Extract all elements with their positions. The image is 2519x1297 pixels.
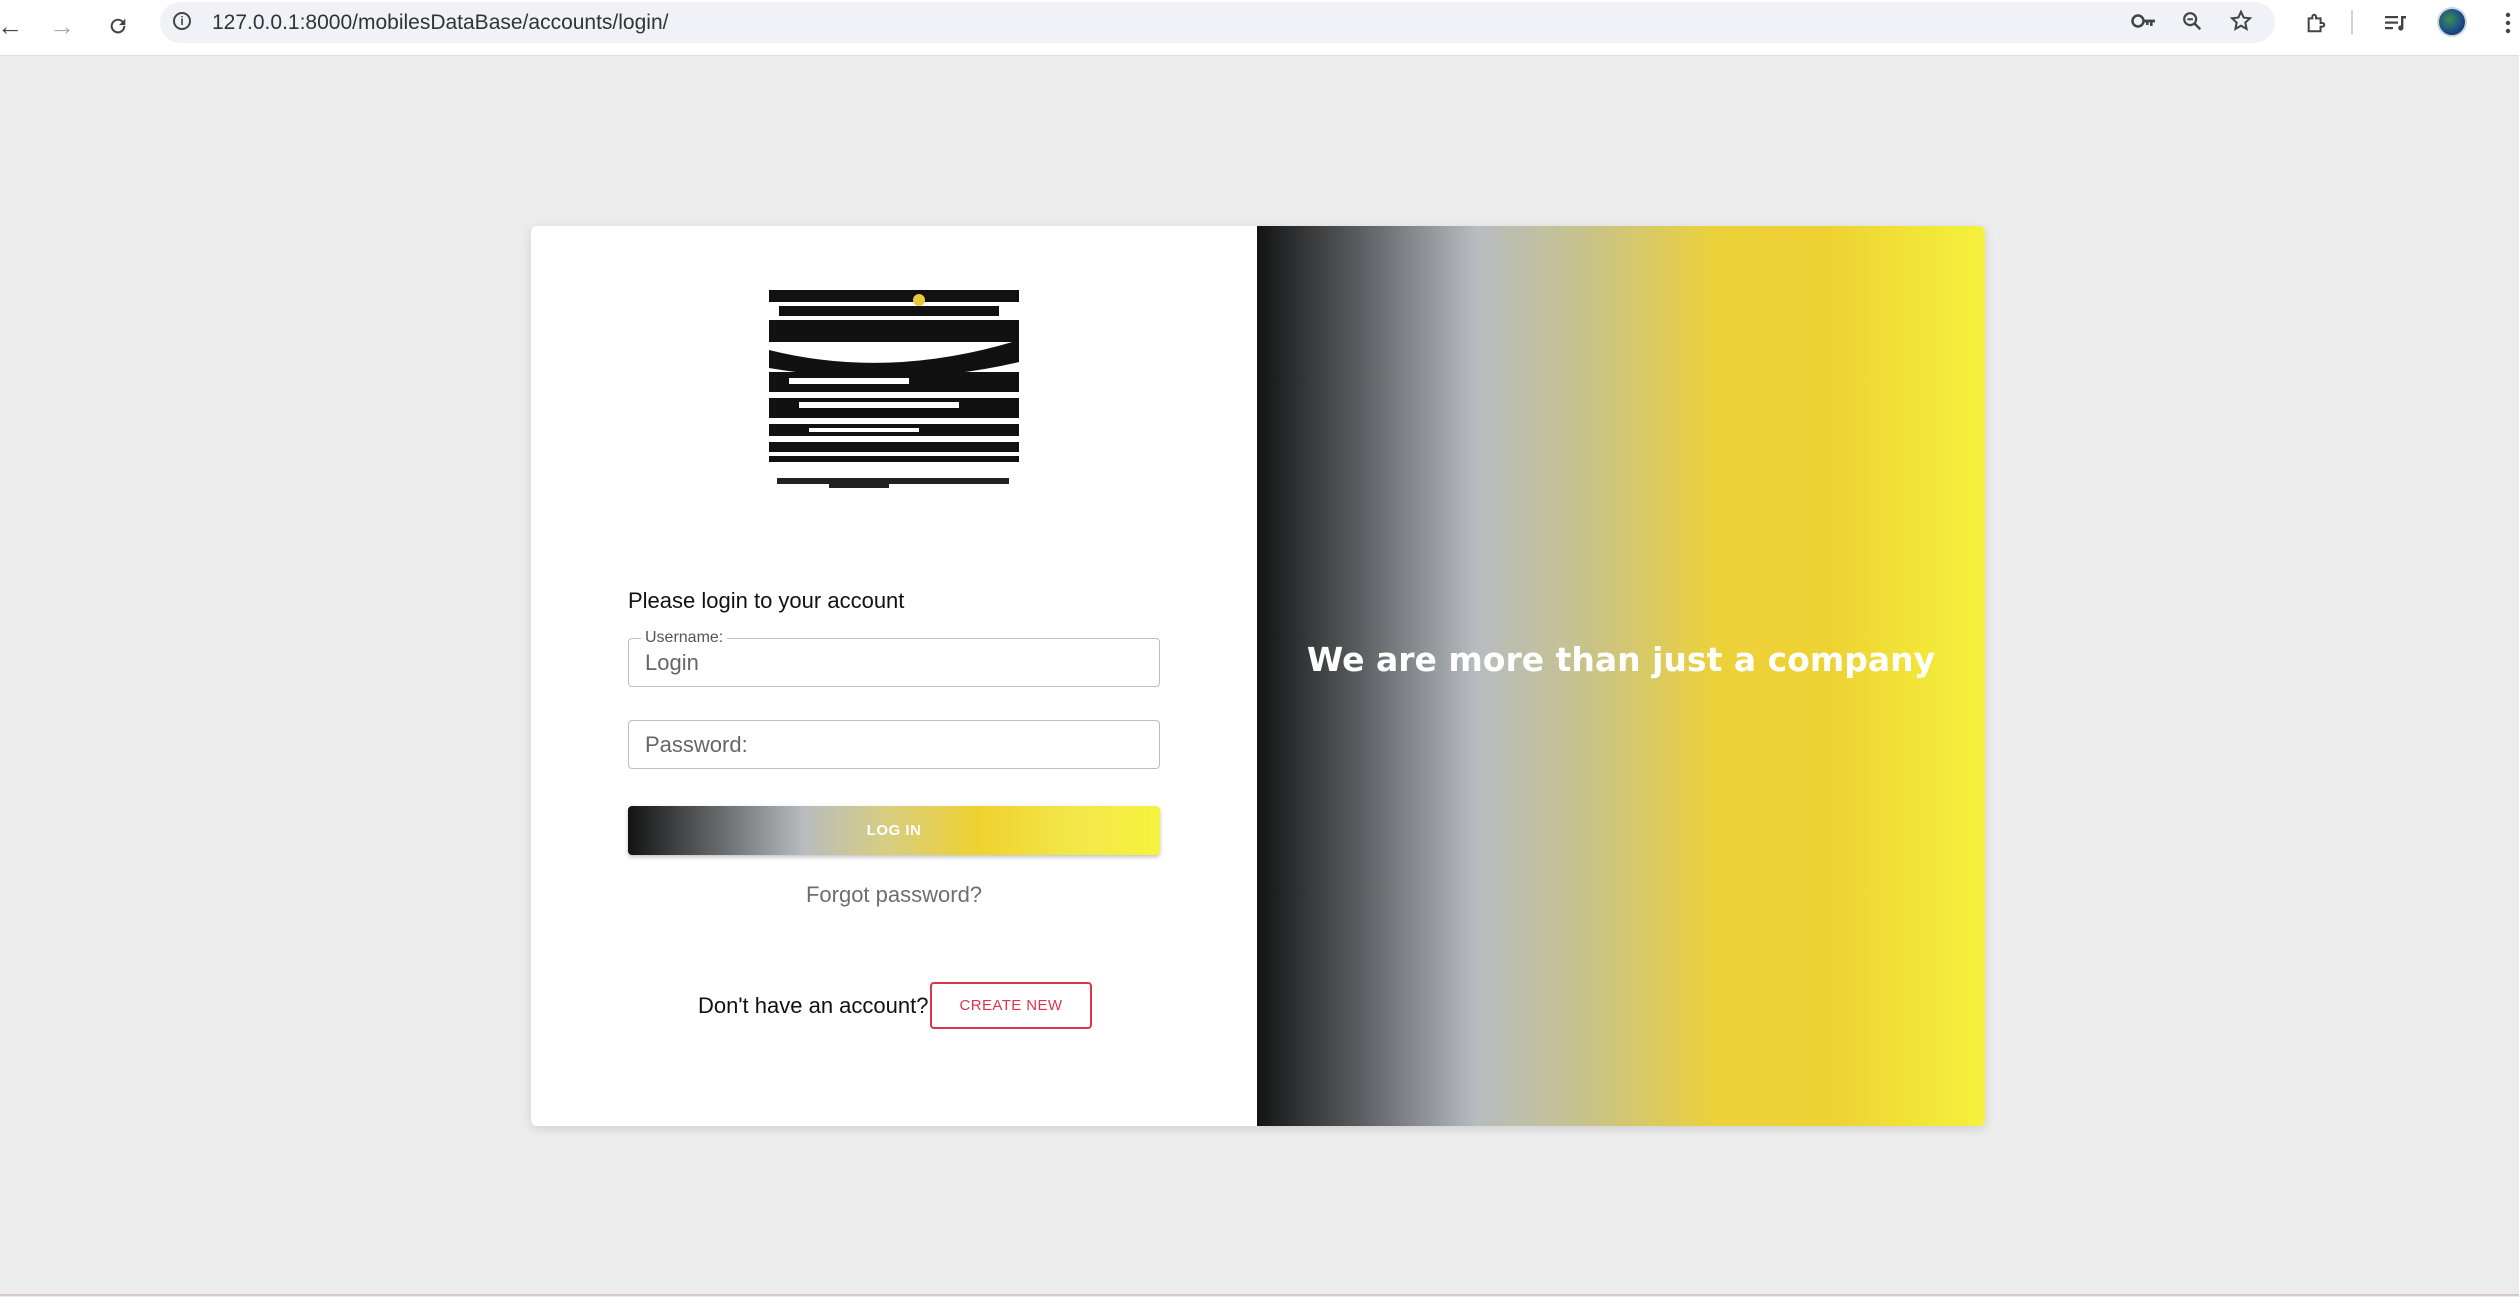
page-bottom-border xyxy=(0,1294,2519,1296)
forgot-password-link[interactable]: Forgot password? xyxy=(531,882,1257,908)
username-field[interactable]: Username: Login xyxy=(628,629,1160,687)
username-placeholder: Login xyxy=(645,650,699,675)
login-prompt: Please login to your account xyxy=(628,588,905,613)
login-button[interactable]: LOG IN xyxy=(628,806,1160,855)
forward-icon[interactable]: → xyxy=(44,8,80,44)
password-placeholder: Password: xyxy=(645,732,748,757)
url-text[interactable]: 127.0.0.1:8000/mobilesDataBase/accounts/… xyxy=(212,11,668,35)
promo-pane: We are more than just a company xyxy=(1257,226,1985,1126)
zoom-icon[interactable] xyxy=(2175,4,2209,38)
key-icon[interactable] xyxy=(2127,4,2161,38)
no-account-text: Don't have an account? xyxy=(698,993,929,1018)
address-bar[interactable]: i 127.0.0.1:8000/mobilesDataBase/account… xyxy=(160,2,2275,43)
bookmark-star-icon[interactable] xyxy=(2224,4,2258,38)
login-card: Please login to your account Username: L… xyxy=(531,226,1985,1126)
login-form-pane: Please login to your account Username: L… xyxy=(531,226,1257,1126)
menu-kebab-icon[interactable] xyxy=(2497,4,2519,42)
site-info-icon[interactable]: i xyxy=(173,12,191,30)
media-control-icon[interactable] xyxy=(2377,4,2415,42)
profile-avatar[interactable] xyxy=(2437,7,2467,37)
reload-icon[interactable] xyxy=(100,8,136,44)
toolbar-divider xyxy=(2351,10,2353,34)
extensions-icon[interactable] xyxy=(2297,4,2335,42)
password-field[interactable]: Password: xyxy=(628,720,1160,769)
back-icon[interactable]: ← xyxy=(0,8,28,44)
username-label: Username: xyxy=(641,629,728,647)
company-logo xyxy=(769,290,1019,488)
browser-toolbar: ← → i 127.0.0.1:8000/mobilesDataBase/acc… xyxy=(0,0,2519,56)
create-account-button[interactable]: CREATE NEW xyxy=(930,982,1092,1029)
promo-tagline: We are more than just a company xyxy=(1306,640,1936,679)
